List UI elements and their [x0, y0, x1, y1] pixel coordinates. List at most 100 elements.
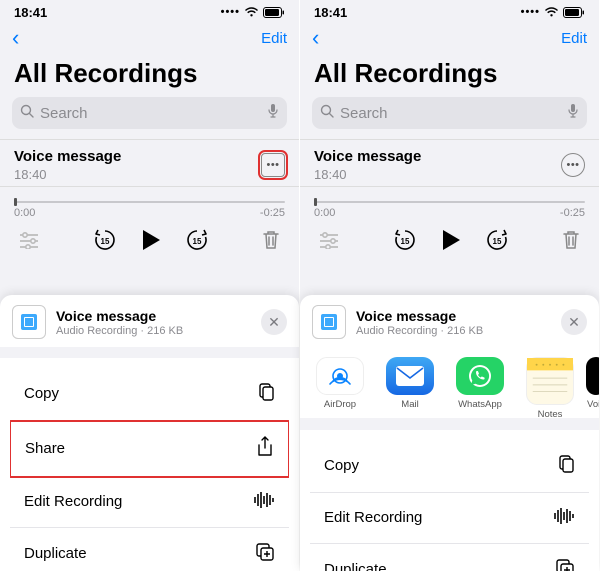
search-placeholder: Search [340, 105, 567, 122]
sheet-thumbnail-icon [12, 305, 46, 339]
menu-label: Edit Recording [324, 509, 422, 526]
share-airdrop[interactable]: AirDrop [310, 357, 370, 410]
recording-row[interactable]: Voice message 18:40 ••• [0, 139, 299, 187]
close-button[interactable]: ✕ [261, 309, 287, 335]
share-label: Mail [401, 399, 418, 410]
sheet-subtitle: Audio Recording · 216 KB [56, 325, 251, 337]
menu-label: Copy [24, 385, 59, 402]
share-voice-partial[interactable]: Voic [586, 357, 599, 410]
share-whatsapp[interactable]: WhatsApp [450, 357, 510, 410]
menu-label: Copy [324, 457, 359, 474]
page-title: All Recordings [0, 54, 299, 97]
menu-label: Duplicate [324, 561, 387, 571]
status-bar: 18:41 •••• [0, 0, 299, 22]
mic-icon[interactable] [567, 103, 579, 124]
playback-controls: 15 15 [0, 219, 299, 265]
svg-text:15: 15 [400, 237, 409, 246]
recording-title: Voice message [14, 148, 121, 165]
menu-duplicate[interactable]: Duplicate [310, 544, 589, 571]
status-time: 18:41 [314, 5, 347, 20]
menu-list: Copy Share Edit Recording Duplicate Favo… [10, 368, 289, 571]
sheet-header: Voice message Audio Recording · 216 KB ✕ [0, 295, 299, 347]
options-icon[interactable] [18, 231, 40, 249]
phone-right: 18:41 •••• ‹ Edit All Recordings Search … [300, 0, 600, 571]
scrubber-thumb[interactable] [14, 198, 17, 206]
more-options-button[interactable]: ••• [561, 153, 585, 177]
scrubber[interactable] [314, 201, 585, 203]
share-icon [256, 436, 274, 462]
sheet-title: Voice message [56, 308, 251, 324]
more-options-button[interactable]: ••• [261, 153, 285, 177]
cellular-icon: •••• [221, 6, 240, 18]
share-mail[interactable]: Mail [380, 357, 440, 410]
scrubber-track [14, 201, 285, 203]
edit-button[interactable]: Edit [261, 30, 287, 47]
scrubber-thumb[interactable] [314, 198, 317, 206]
phone-left: 18:41 •••• ‹ Edit All Recordings Search … [0, 0, 300, 571]
remaining-time: -0:25 [560, 207, 585, 219]
cellular-icon: •••• [521, 6, 540, 18]
play-icon[interactable] [140, 228, 162, 252]
options-icon[interactable] [318, 231, 340, 249]
share-sheet: Voice message Audio Recording · 216 KB ✕… [300, 295, 599, 571]
share-notes[interactable]: Notes [520, 357, 580, 410]
battery-icon [263, 7, 285, 18]
search-icon [320, 104, 334, 123]
share-label: WhatsApp [458, 399, 502, 410]
sheet-subtitle: Audio Recording · 216 KB [356, 325, 551, 337]
skip-forward-icon[interactable]: 15 [184, 227, 210, 253]
edit-button[interactable]: Edit [561, 30, 587, 47]
svg-text:15: 15 [192, 237, 201, 246]
skip-back-icon[interactable]: 15 [392, 227, 418, 253]
menu-duplicate[interactable]: Duplicate [10, 528, 289, 571]
recording-row[interactable]: Voice message 18:40 ••• [300, 139, 599, 187]
sheet-thumbnail-icon [312, 305, 346, 339]
menu-list: Copy Edit Recording Duplicate [310, 440, 589, 571]
trash-icon[interactable] [261, 229, 281, 251]
recording-title: Voice message [314, 148, 421, 165]
scrubber-track [314, 201, 585, 203]
nav-bar: ‹ Edit [300, 22, 599, 54]
menu-copy[interactable]: Copy [10, 368, 289, 421]
status-bar: 18:41 •••• [300, 0, 599, 22]
menu-edit-recording[interactable]: Edit Recording [310, 493, 589, 544]
status-right: •••• [521, 6, 585, 18]
back-button[interactable]: ‹ [312, 25, 319, 51]
svg-text:15: 15 [492, 237, 501, 246]
sheet-header: Voice message Audio Recording · 216 KB ✕ [300, 295, 599, 347]
waveform-icon [253, 491, 275, 513]
waveform-icon [553, 507, 575, 529]
search-placeholder: Search [40, 105, 267, 122]
menu-share[interactable]: Share [10, 420, 289, 478]
nav-bar: ‹ Edit [0, 22, 299, 54]
action-sheet: Voice message Audio Recording · 216 KB ✕… [0, 295, 299, 571]
search-input[interactable]: Search [312, 97, 587, 129]
skip-back-icon[interactable]: 15 [92, 227, 118, 253]
time-row: 0:00 -0:25 [0, 207, 299, 219]
menu-edit-recording[interactable]: Edit Recording [10, 477, 289, 528]
back-button[interactable]: ‹ [12, 25, 19, 51]
share-targets-row[interactable]: AirDrop Mail WhatsApp Notes Voic [300, 347, 599, 418]
menu-label: Edit Recording [24, 493, 122, 510]
skip-forward-icon[interactable]: 15 [484, 227, 510, 253]
menu-copy[interactable]: Copy [310, 440, 589, 493]
search-icon [20, 104, 34, 123]
scrubber[interactable] [14, 201, 285, 203]
close-button[interactable]: ✕ [561, 309, 587, 335]
sheet-title: Voice message [356, 308, 551, 324]
copy-icon [555, 454, 575, 478]
mic-icon[interactable] [267, 103, 279, 124]
wifi-icon [244, 7, 259, 18]
page-title: All Recordings [300, 54, 599, 97]
play-icon[interactable] [440, 228, 462, 252]
menu-label: Duplicate [24, 545, 87, 562]
trash-icon[interactable] [561, 229, 581, 251]
remaining-time: -0:25 [260, 207, 285, 219]
playback-controls: 15 15 [300, 219, 599, 265]
search-input[interactable]: Search [12, 97, 287, 129]
recording-time: 18:40 [14, 167, 121, 182]
elapsed-time: 0:00 [14, 207, 35, 219]
svg-text:15: 15 [100, 237, 109, 246]
battery-icon [563, 7, 585, 18]
time-row: 0:00 -0:25 [300, 207, 599, 219]
